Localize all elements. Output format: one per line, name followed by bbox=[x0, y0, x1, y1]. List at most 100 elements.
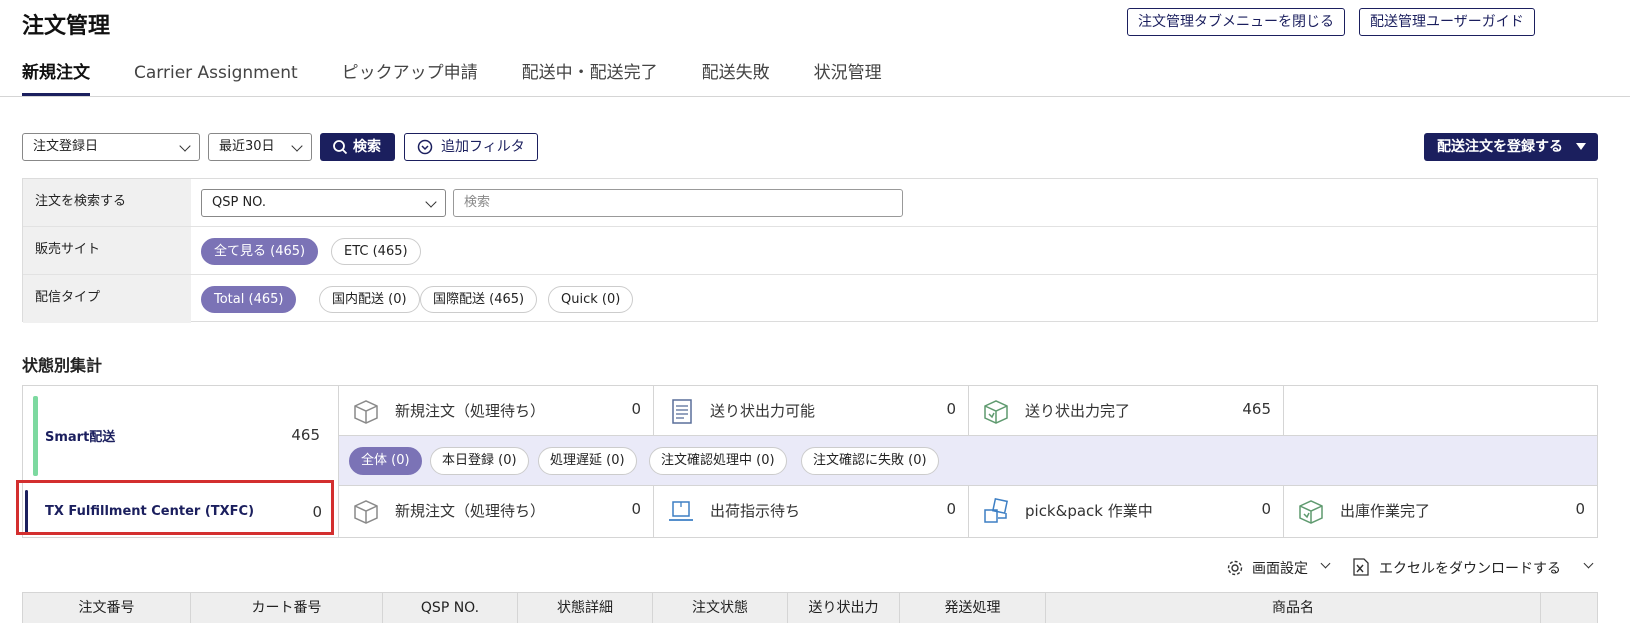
tab-status-management[interactable]: 状況管理 bbox=[814, 60, 882, 96]
sub-filter-today[interactable]: 本日登録 (0) bbox=[430, 447, 529, 475]
stat-label: pick&pack 作業中 bbox=[1025, 502, 1153, 520]
column-header[interactable]: 注文状態 bbox=[653, 593, 788, 623]
search-filter-label: 注文を検索する bbox=[23, 179, 191, 226]
stat-value: 0 bbox=[631, 500, 641, 518]
search-field-value: QSP NO. bbox=[212, 195, 267, 210]
stat-label: 送り状出力完了 bbox=[1025, 402, 1131, 420]
box-check-icon bbox=[1299, 500, 1323, 524]
tab-carrier-assignment[interactable]: Carrier Assignment bbox=[134, 60, 298, 96]
tab-new-orders[interactable]: 新規注文 bbox=[22, 60, 90, 96]
tab-in-delivery[interactable]: 配送中・配送完了 bbox=[522, 60, 658, 96]
order-tabs: 新規注文 Carrier Assignment ピックアップ申請 配送中・配送完… bbox=[22, 60, 882, 96]
chevron-down-icon bbox=[179, 140, 191, 152]
sub-filter-confirming[interactable]: 注文確認処理中 (0) bbox=[649, 447, 787, 475]
column-header[interactable]: カート番号 bbox=[191, 593, 383, 623]
sub-filter-delayed[interactable]: 処理遅延 (0) bbox=[538, 447, 637, 475]
chevron-circle-icon bbox=[417, 139, 433, 155]
invoice-icon bbox=[672, 399, 692, 424]
date-range-value: 最近30日 bbox=[219, 139, 275, 154]
chevron-down-icon bbox=[1320, 558, 1331, 569]
search-button[interactable]: 検索 bbox=[320, 133, 395, 161]
add-filter-button[interactable]: 追加フィルタ bbox=[404, 133, 538, 161]
box-icon bbox=[354, 400, 378, 424]
page-title: 注文管理 bbox=[22, 14, 111, 39]
txfc-stat-awaiting-shipment[interactable]: 出荷指示待ち 0 bbox=[654, 486, 969, 538]
site-option-all[interactable]: 全て見る (465) bbox=[201, 238, 319, 265]
stat-value: 0 bbox=[1575, 500, 1585, 518]
smart-count: 465 bbox=[291, 426, 320, 444]
smart-stat-invoice-ready[interactable]: 送り状出力可能 0 bbox=[654, 386, 969, 436]
stat-label: 新規注文（処理待ち） bbox=[395, 402, 546, 420]
packing-icon bbox=[984, 497, 1009, 523]
delivery-type-international[interactable]: 国際配送 (465) bbox=[420, 286, 538, 313]
filter-row-site: 販売サイト 全て見る (465) ETC (465) bbox=[23, 227, 1597, 275]
search-input[interactable]: 検索 bbox=[453, 189, 903, 217]
site-filter-label: 販売サイト bbox=[23, 227, 191, 274]
smart-name: Smart配送 bbox=[45, 430, 116, 445]
stat-label: 新規注文（処理待ち） bbox=[395, 502, 546, 520]
column-header-extra bbox=[1541, 593, 1597, 623]
delivery-type-filter-label: 配信タイプ bbox=[23, 275, 191, 323]
sub-filter-all[interactable]: 全体 (0) bbox=[349, 447, 422, 475]
smart-stat-new-orders[interactable]: 新規注文（処理待ち） 0 bbox=[339, 386, 654, 436]
column-header[interactable]: 注文番号 bbox=[23, 593, 191, 623]
register-delivery-order-button[interactable]: 配送注文を登録する bbox=[1424, 133, 1598, 161]
txfc-highlight-frame bbox=[16, 480, 334, 535]
delivery-type-total[interactable]: Total (465) bbox=[201, 286, 297, 313]
box-icon bbox=[354, 500, 378, 524]
filter-row-delivery-type: 配信タイプ Total (465) 国内配送 (0) 国際配送 (465) Qu… bbox=[23, 275, 1597, 323]
delivery-type-domestic[interactable]: 国内配送 (0) bbox=[319, 286, 420, 313]
laptop-icon bbox=[669, 501, 693, 521]
add-filter-label: 追加フィルタ bbox=[441, 139, 525, 155]
txfc-stat-new-orders[interactable]: 新規注文（処理待ち） 0 bbox=[339, 486, 654, 538]
excel-icon bbox=[1353, 558, 1369, 576]
smart-delivery-card[interactable]: Smart配送 465 bbox=[23, 386, 339, 486]
date-type-select[interactable]: 注文登録日 bbox=[22, 133, 200, 161]
chevron-down-icon bbox=[1583, 558, 1594, 569]
smart-stat-empty bbox=[1284, 386, 1597, 436]
tab-pickup-request[interactable]: ピックアップ申請 bbox=[342, 60, 478, 96]
stat-label: 送り状出力可能 bbox=[710, 402, 816, 420]
register-label: 配送注文を登録する bbox=[1437, 139, 1563, 155]
gear-icon bbox=[1227, 560, 1243, 576]
stat-label: 出庫作業完了 bbox=[1340, 502, 1431, 520]
chevron-down-icon bbox=[291, 140, 303, 152]
screen-settings-label: 画面設定 bbox=[1252, 561, 1308, 577]
search-field-select[interactable]: QSP NO. bbox=[201, 189, 446, 217]
delivery-type-quick[interactable]: Quick (0) bbox=[548, 286, 634, 313]
smart-indicator bbox=[33, 396, 38, 476]
column-header[interactable]: QSP NO. bbox=[383, 593, 518, 623]
column-header[interactable]: 商品名 bbox=[1046, 593, 1541, 623]
smart-sub-filters: 全体 (0) 本日登録 (0) 処理遅延 (0) 注文確認処理中 (0) 注文確… bbox=[339, 436, 1597, 486]
summary-title: 状態別集計 bbox=[22, 356, 103, 375]
txfc-stat-outbound-done[interactable]: 出庫作業完了 0 bbox=[1284, 486, 1597, 538]
date-range-select[interactable]: 最近30日 bbox=[208, 133, 312, 161]
caret-down-icon bbox=[1576, 143, 1586, 150]
column-header[interactable]: 状態詳細 bbox=[518, 593, 653, 623]
search-button-label: 検索 bbox=[353, 139, 381, 155]
excel-download-label: エクセルをダウンロードする bbox=[1379, 561, 1561, 577]
user-guide-button[interactable]: 配送管理ユーザーガイド bbox=[1359, 8, 1535, 36]
chevron-down-icon bbox=[425, 196, 437, 208]
stat-value: 0 bbox=[946, 500, 956, 518]
txfc-stat-pick-pack[interactable]: pick&pack 作業中 0 bbox=[969, 486, 1284, 538]
smart-stat-invoice-done[interactable]: 送り状出力完了 465 bbox=[969, 386, 1284, 436]
tab-delivery-failed[interactable]: 配送失敗 bbox=[702, 60, 770, 96]
stat-value: 0 bbox=[1261, 500, 1271, 518]
filter-row-search: 注文を検索する QSP NO. 検索 bbox=[23, 179, 1597, 227]
stat-value: 0 bbox=[946, 400, 956, 418]
tabs-divider bbox=[0, 96, 1630, 97]
stat-label: 出荷指示待ち bbox=[710, 502, 801, 520]
stat-value: 465 bbox=[1242, 400, 1271, 418]
filter-panel: 注文を検索する QSP NO. 検索 販売サイト 全て見る (465) ETC … bbox=[22, 178, 1598, 323]
sub-filter-confirm-failed[interactable]: 注文確認に失敗 (0) bbox=[801, 447, 939, 475]
column-header[interactable]: 発送処理 bbox=[900, 593, 1046, 623]
date-type-value: 注文登録日 bbox=[33, 139, 99, 154]
close-tab-menu-button[interactable]: 注文管理タブメニューを閉じる bbox=[1127, 8, 1345, 36]
column-header[interactable]: 送り状出力 bbox=[788, 593, 900, 623]
box-check-icon bbox=[984, 400, 1008, 424]
site-option-etc[interactable]: ETC (465) bbox=[331, 238, 421, 265]
order-table-header: 注文番号 カート番号 QSP NO. 状態詳細 注文状態 送り状出力 発送処理 … bbox=[22, 592, 1598, 623]
stat-value: 0 bbox=[631, 400, 641, 418]
search-icon bbox=[333, 140, 348, 155]
